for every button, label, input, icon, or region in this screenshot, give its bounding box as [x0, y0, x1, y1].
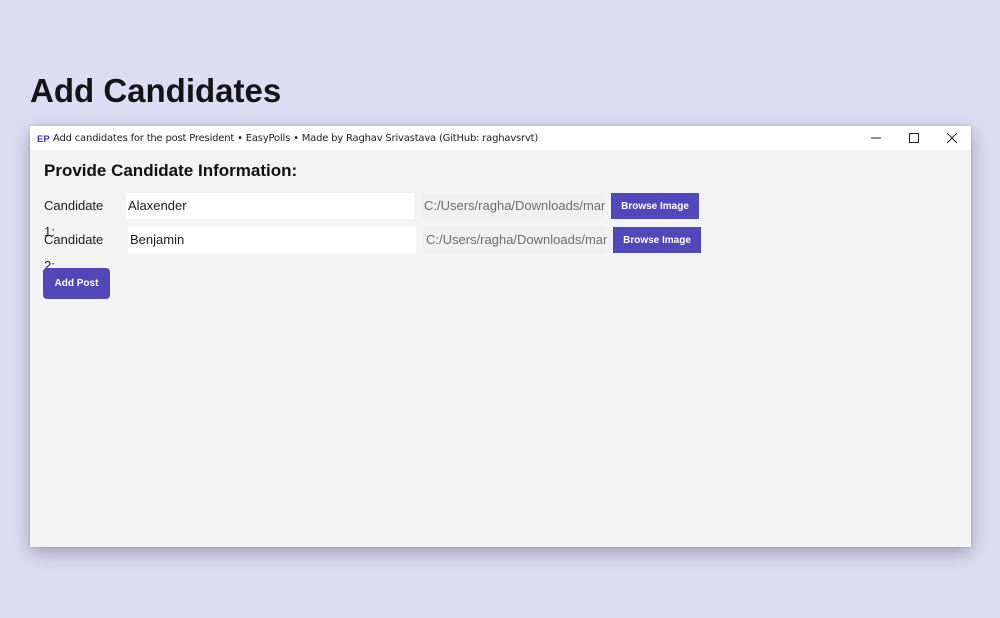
easypolls-logo-icon: EP [36, 132, 50, 144]
candidate-2-image-path: C:/Users/ragha/Downloads/man- [423, 227, 607, 253]
close-button[interactable] [933, 126, 971, 150]
app-window: EP Add candidates for the post President… [30, 126, 971, 547]
maximize-icon [909, 133, 919, 143]
candidate-1-label: Candidate 1: [44, 198, 104, 239]
title-bar[interactable]: EP Add candidates for the post President… [30, 126, 971, 150]
window-controls [857, 126, 971, 150]
candidate-2-label: Candidate 2: [44, 232, 104, 273]
maximize-button[interactable] [895, 126, 933, 150]
minimize-button[interactable] [857, 126, 895, 150]
window-title: Add candidates for the post President • … [53, 132, 539, 144]
candidate-2-name-input[interactable] [128, 227, 416, 253]
close-icon [947, 133, 957, 143]
candidate-2-browse-image-button[interactable]: Browse Image [613, 227, 701, 253]
candidate-1-name-input[interactable] [126, 193, 414, 219]
page-heading: Add Candidates [30, 72, 282, 109]
minimize-icon [871, 137, 881, 139]
candidate-1-browse-image-button[interactable]: Browse Image [611, 193, 699, 219]
easypolls-logo-icon-text: EP [37, 134, 50, 143]
form-heading: Provide Candidate Information: [44, 161, 298, 180]
add-post-button[interactable]: Add Post [43, 268, 110, 299]
candidate-1-image-path: C:/Users/ragha/Downloads/man- [421, 193, 605, 219]
